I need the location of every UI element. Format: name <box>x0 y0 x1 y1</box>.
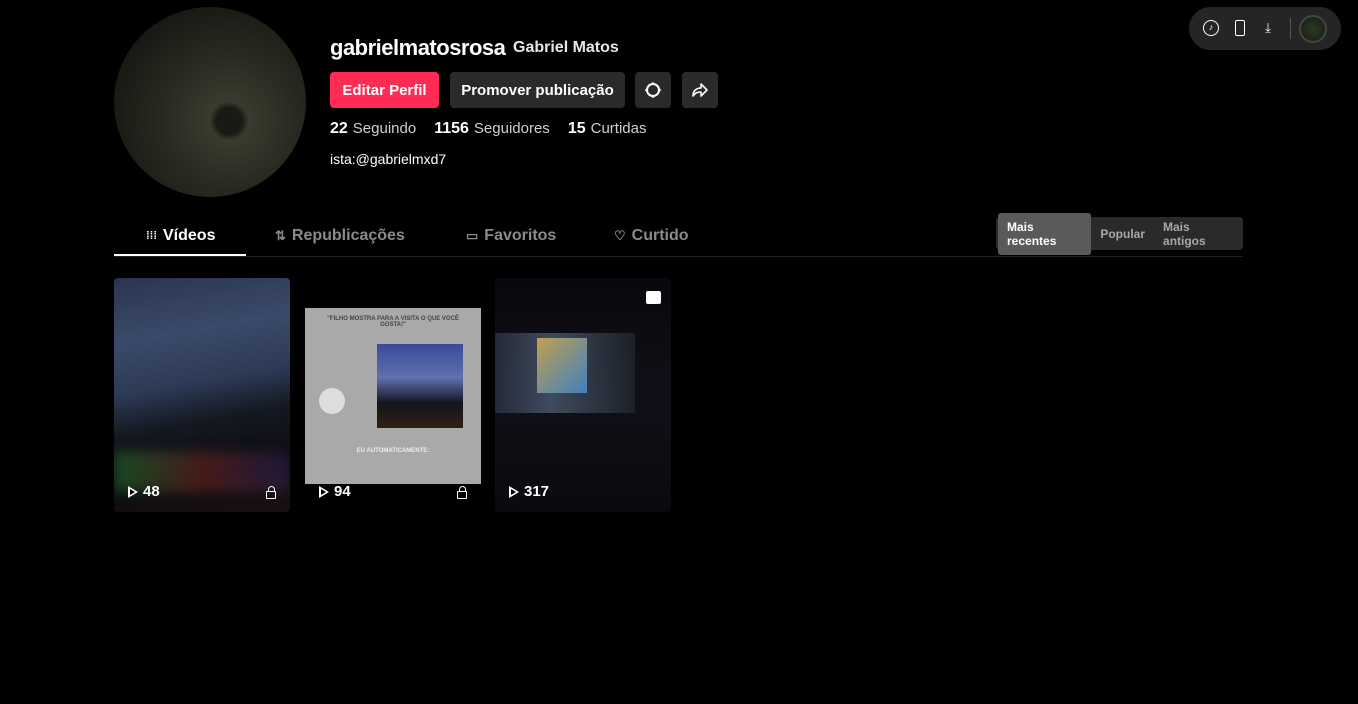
grid-icon: ⁞⁞⁞ <box>146 230 157 242</box>
profile-stats: 22 Seguindo 1156 Seguidores 15 Curtidas <box>330 120 646 138</box>
sort-popular[interactable]: Popular <box>1091 220 1154 248</box>
likes-count: 15 Curtidas <box>567 120 647 137</box>
gear-icon <box>645 82 661 98</box>
heart-icon: ♡ <box>614 228 626 243</box>
lock-icon <box>457 486 467 499</box>
tab-reposts[interactable]: ⇅ Republicações <box>275 227 405 245</box>
sort-latest[interactable]: Mais recentes <box>998 212 1092 255</box>
view-count: 317 <box>524 483 550 500</box>
top-actions-bar: ♪ ⤓ <box>1189 7 1341 50</box>
tab-videos[interactable]: ⁞⁞⁞ Vídeos <box>146 227 215 245</box>
mobile-icon[interactable] <box>1235 20 1245 36</box>
following-count[interactable]: 22 Seguindo <box>330 120 416 138</box>
profile-avatar <box>114 7 306 197</box>
video-card[interactable]: "FILHO MOSTRA PARA A VISITA O QUE VOCÊ G… <box>305 278 481 512</box>
bio: ista:@gabrielmxd7 <box>330 151 447 167</box>
video-caption-top: "FILHO MOSTRA PARA A VISITA O QUE VOCÊ G… <box>327 316 459 328</box>
tab-liked[interactable]: ♡ Curtido <box>614 227 689 245</box>
share-icon <box>692 83 708 97</box>
promote-post-button[interactable]: Promover publicação <box>450 72 625 108</box>
edit-profile-button[interactable]: Editar Perfil <box>330 72 439 108</box>
settings-button[interactable] <box>635 72 671 108</box>
play-icon <box>509 485 519 498</box>
share-button[interactable] <box>682 72 718 108</box>
download-icon[interactable]: ⤓ <box>1260 20 1276 36</box>
video-card[interactable]: 48 <box>114 278 290 512</box>
sort-toggle: Mais recentes Popular Mais antigos <box>996 212 1243 255</box>
photo-icon <box>646 291 661 304</box>
bookmark-icon: ▭ <box>466 228 479 243</box>
video-card[interactable]: 317 <box>495 278 671 512</box>
username: gabrielmatosrosa <box>330 35 506 60</box>
view-count: 94 <box>334 483 351 500</box>
view-count: 48 <box>143 483 160 500</box>
nickname: Gabriel Matos <box>513 39 619 56</box>
followers-count[interactable]: 1156 Seguidores <box>434 120 550 138</box>
tiktok-icon[interactable]: ♪ <box>1203 20 1219 36</box>
tab-favorites[interactable]: ▭ Favoritos <box>466 227 556 245</box>
sort-oldest[interactable]: Mais antigos <box>1154 213 1241 255</box>
divider <box>1290 18 1291 39</box>
video-caption-bottom: EU AUTOMATICAMENTE: <box>356 448 430 454</box>
play-icon <box>128 485 138 498</box>
repost-icon: ⇅ <box>275 228 286 243</box>
lock-icon <box>266 486 276 499</box>
user-avatar[interactable] <box>1299 15 1327 43</box>
play-icon <box>319 485 329 498</box>
active-tab-indicator <box>114 254 246 256</box>
